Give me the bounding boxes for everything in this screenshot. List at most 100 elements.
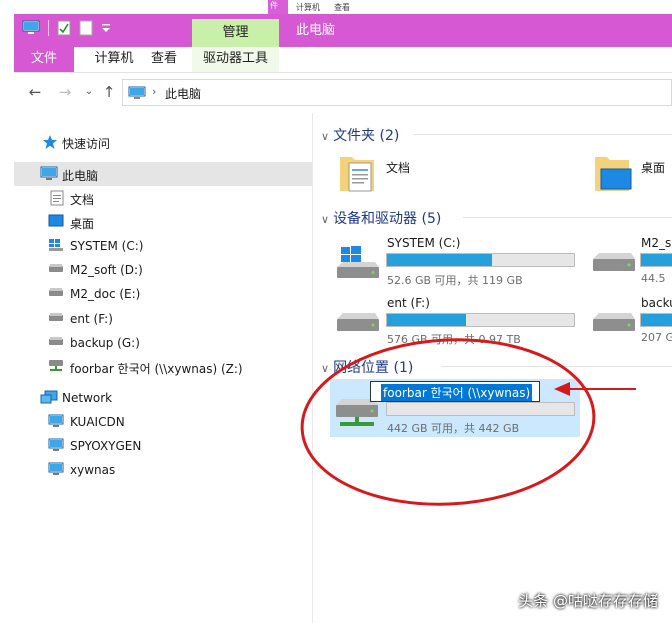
nav-item-system-drive[interactable]: SYSTEM (C:)	[14, 234, 312, 258]
nav-label: xywnas	[70, 463, 116, 477]
nav-item-xywnas[interactable]: xywnas	[14, 458, 312, 482]
tab-manage[interactable]: 管理	[192, 19, 279, 47]
network-drive-icon	[334, 397, 380, 434]
group-title: 设备和驱动器 (5)	[333, 211, 442, 227]
computer-icon	[128, 86, 146, 103]
drive-size-text: 442 GB 可用，共 442 GB	[387, 422, 520, 435]
folder-name: 桌面	[641, 161, 666, 175]
nav-item-network-drive[interactable]: foorbar 한국어 (\\xywnas) (Z:)	[14, 355, 312, 379]
window-title: 此电脑	[296, 23, 336, 38]
nav-item-this-pc[interactable]: 此电脑	[14, 162, 312, 186]
folder-tile-documents[interactable]: 文档	[338, 151, 538, 199]
nav-label: 桌面	[70, 217, 95, 231]
drive-name: SYSTEM (C:)	[387, 236, 461, 250]
drive-size-text: 576 GB 可用，共 0.97 TB	[387, 333, 521, 346]
forward-arrow-icon[interactable]: →	[56, 83, 74, 101]
nav-item-kuaicdn[interactable]: KUAICDN	[14, 410, 312, 434]
drive-usage-fill	[387, 314, 466, 326]
hard-drive-icon	[591, 311, 637, 338]
chevron-down-icon: ∨	[321, 130, 330, 143]
windows-drive-icon	[335, 245, 381, 284]
drive-size-text: 52.6 GB 可用，共 119 GB	[387, 274, 523, 287]
nav-item-spyoxygen[interactable]: SPYOXYGEN	[14, 434, 312, 458]
back-arrow-icon[interactable]: ←	[26, 83, 44, 101]
windows-drive-icon	[48, 238, 64, 255]
nav-item-documents[interactable]: 文档	[14, 186, 312, 210]
nav-label: backup (G:)	[70, 336, 140, 350]
breadcrumb-separator-icon[interactable]: ›	[152, 85, 156, 98]
nav-item-network[interactable]: Network	[14, 386, 312, 410]
new-folder-icon[interactable]	[79, 20, 93, 36]
group-divider	[413, 134, 672, 135]
document-icon	[50, 190, 64, 209]
nav-item-m2doc-drive[interactable]: M2_doc (E:)	[14, 282, 312, 306]
tab-drive-tools[interactable]: 驱动器工具	[192, 47, 279, 72]
drive-usage-bar	[640, 253, 672, 267]
folder-name: 文档	[386, 161, 411, 175]
drive-tile-backup[interactable]: backu 207 G	[589, 293, 672, 349]
drive-tile-m2soft[interactable]: M2_s 44.5	[589, 233, 672, 289]
drive-size-text: 207 G	[641, 331, 672, 344]
hard-drive-icon	[48, 286, 64, 300]
up-arrow-icon[interactable]: ↑	[100, 83, 118, 101]
customize-toolbar-chevron-down-icon[interactable]	[101, 22, 111, 34]
quick-access-toolbar	[22, 20, 111, 36]
nav-label: Network	[62, 391, 113, 405]
group-title: 文件夹 (2)	[333, 128, 400, 144]
navigation-bar: ← → ⌄ ↑ › 此电脑	[14, 73, 672, 113]
group-header-folders[interactable]: ∨ 文件夹 (2)	[321, 125, 399, 145]
properties-icon[interactable]	[57, 20, 71, 36]
nav-label: SPYOXYGEN	[70, 439, 142, 453]
drive-name: M2_s	[641, 236, 672, 250]
ribbon-tabs: 文件 计算机 查看 驱动器工具	[14, 47, 672, 73]
group-title: 网络位置 (1)	[333, 360, 414, 376]
nav-item-m2soft-drive[interactable]: M2_soft (D:)	[14, 258, 312, 282]
background-window-strip: 件 计算机 查看	[0, 0, 672, 14]
toolbar-separator	[48, 20, 49, 36]
breadcrumb-this-pc[interactable]: 此电脑	[165, 85, 201, 102]
drive-usage-bar	[640, 313, 672, 327]
computer-icon	[48, 414, 64, 431]
computer-icon	[40, 166, 58, 185]
chevron-down-icon: ∨	[321, 213, 330, 226]
background-tab-computer: 计算机	[296, 3, 320, 12]
drive-name: ent (F:)	[387, 296, 430, 310]
nav-item-ent-drive[interactable]: ent (F:)	[14, 307, 312, 331]
group-header-network-locations[interactable]: ∨ 网络位置 (1)	[321, 357, 413, 377]
nav-label: ent (F:)	[70, 312, 113, 326]
nav-item-desktop[interactable]: 桌面	[14, 210, 312, 234]
recent-locations-chevron-icon[interactable]: ⌄	[80, 83, 98, 101]
documents-folder-icon	[338, 151, 378, 198]
group-divider	[441, 366, 672, 367]
tab-file[interactable]: 文件	[14, 47, 74, 72]
address-bar[interactable]: › 此电脑	[122, 79, 672, 106]
drive-name: backu	[641, 296, 672, 310]
nav-label: SYSTEM (C:)	[70, 239, 144, 253]
drive-usage-bar	[386, 313, 575, 327]
drive-tile-ent[interactable]: ent (F:) 576 GB 可用，共 0.97 TB	[333, 293, 583, 349]
nav-label: 文档	[70, 193, 95, 207]
group-header-devices[interactable]: ∨ 设备和驱动器 (5)	[321, 208, 441, 228]
nav-label: foorbar 한국어 (\\xywnas) (Z:)	[70, 362, 243, 376]
drive-usage-fill	[387, 254, 492, 266]
background-tab-file: 件	[268, 0, 288, 14]
nav-item-quick-access[interactable]: 快速访问	[14, 130, 312, 154]
hard-drive-icon	[591, 251, 637, 278]
title-bar: 管理 此电脑	[14, 14, 672, 47]
rename-input[interactable]: foorbar 한국어 (\\xywnas)	[370, 381, 540, 402]
tab-view[interactable]: 查看	[139, 47, 189, 72]
rename-selected-text: foorbar 한국어 (\\xywnas)	[381, 384, 533, 401]
drive-usage-fill	[641, 254, 672, 266]
nav-label: KUAICDN	[70, 415, 125, 429]
drive-usage-fill	[641, 314, 672, 326]
drive-usage-bar	[386, 402, 575, 416]
folder-tile-desktop[interactable]: 桌面	[593, 151, 672, 199]
nav-label: 此电脑	[62, 169, 99, 183]
desktop-folder-icon	[593, 151, 633, 198]
nav-item-backup-drive[interactable]: backup (G:)	[14, 331, 312, 355]
computer-icon[interactable]	[22, 20, 40, 36]
nav-label: M2_soft (D:)	[70, 263, 143, 277]
network-drive-icon	[48, 359, 64, 376]
drive-tile-system[interactable]: SYSTEM (C:) 52.6 GB 可用，共 119 GB	[333, 233, 583, 289]
hard-drive-icon	[48, 311, 64, 325]
